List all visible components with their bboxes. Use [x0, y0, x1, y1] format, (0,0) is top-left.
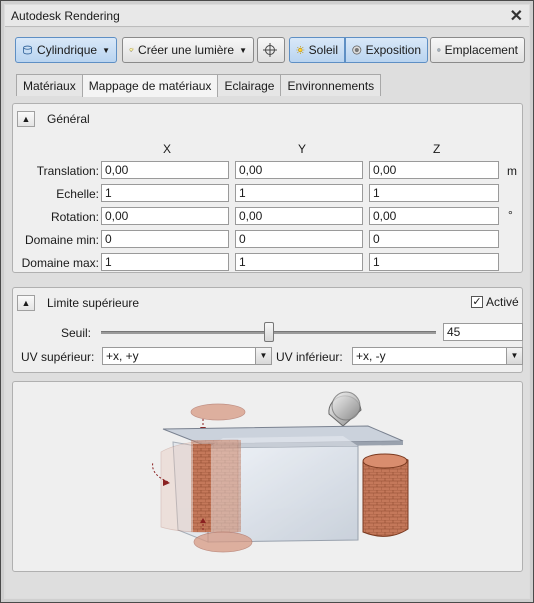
uv-upper-value: +x, +y	[106, 349, 139, 363]
uv-lower-select[interactable]: +x, -y ▼	[352, 347, 523, 365]
chevron-down-icon: ▼	[239, 45, 247, 55]
threshold-field[interactable]	[443, 323, 523, 341]
cylinder-icon	[23, 45, 32, 55]
general-panel: ▲ Général X Y Z Translation: m Echelle: …	[12, 103, 523, 273]
location-label: Emplacement	[444, 43, 518, 57]
domain-max-z-field[interactable]	[369, 253, 499, 271]
sun-toggle-button[interactable]: Soleil	[289, 37, 345, 63]
scale-y-field[interactable]	[235, 184, 363, 202]
axis-z-header: Z	[433, 142, 441, 156]
translation-unit: m	[507, 164, 517, 178]
mapping-type-button[interactable]: Cylindrique ▼	[15, 37, 117, 63]
crosshair-icon	[263, 43, 277, 57]
uv-lower-label: UV inférieur:	[276, 350, 343, 364]
window-content: Cylindrique ▼ Créer une lumière ▼ Soleil…	[6, 28, 529, 598]
dropdown-arrow-icon: ▼	[255, 348, 271, 364]
active-checkbox[interactable]: ✓	[471, 296, 483, 308]
mapping-preview	[12, 381, 523, 572]
brick-strip-left	[193, 444, 211, 532]
upper-limit-panel: ▲ Limite supérieure ✓ Activé Seuil: UV s…	[12, 287, 523, 373]
scale-label: Echelle:	[56, 187, 99, 201]
sun-icon	[296, 45, 305, 55]
close-icon[interactable]: ✕	[510, 6, 523, 26]
domain-min-label: Domaine min:	[24, 233, 99, 247]
globe-icon	[437, 48, 441, 52]
rotation-x-field[interactable]	[101, 207, 229, 225]
threshold-label: Seuil:	[60, 326, 91, 340]
general-panel-header: ▲ Général	[17, 110, 90, 128]
general-heading: Général	[47, 112, 90, 126]
top-projection-disc	[190, 403, 246, 421]
mapping-type-label: Cylindrique	[37, 43, 98, 57]
translation-label: Translation:	[36, 164, 99, 178]
bottom-projection-disc	[193, 531, 253, 553]
rotation-label: Rotation:	[50, 210, 99, 224]
tab-material-mapping[interactable]: Mappage de matériaux	[81, 74, 219, 97]
light-bulb-icon	[129, 47, 134, 52]
create-light-button[interactable]: Créer une lumière ▼	[122, 37, 254, 63]
scale-x-field[interactable]	[101, 184, 229, 202]
domain-max-x-field[interactable]	[101, 253, 229, 271]
domain-max-label: Domaine max:	[21, 256, 99, 270]
active-label: Activé	[486, 295, 519, 309]
check-icon: ✓	[472, 296, 482, 308]
translation-z-field[interactable]	[369, 161, 499, 179]
tab-bar: Matériaux Mappage de matériaux Eclairage…	[16, 74, 382, 97]
title-bar: Autodesk Rendering ✕	[5, 5, 529, 27]
collapse-icon[interactable]: ▲	[17, 111, 35, 127]
translation-x-field[interactable]	[101, 161, 229, 179]
window-title: Autodesk Rendering	[11, 9, 120, 23]
collapse-icon[interactable]: ▲	[17, 295, 35, 311]
uv-lower-value: +x, -y	[356, 349, 386, 363]
light-locate-button[interactable]	[257, 37, 285, 63]
domain-max-y-field[interactable]	[235, 253, 363, 271]
domain-min-z-field[interactable]	[369, 230, 499, 248]
sun-label: Soleil	[308, 43, 338, 57]
create-light-label: Créer une lumière	[138, 43, 235, 57]
rotation-y-field[interactable]	[235, 207, 363, 225]
threshold-slider-thumb[interactable]	[263, 322, 274, 342]
rendering-window: Autodesk Rendering ✕ Cylindrique ▼ Créer…	[0, 0, 534, 603]
domain-min-x-field[interactable]	[101, 230, 229, 248]
uv-upper-label: UV supérieur:	[21, 350, 95, 364]
axis-y-header: Y	[298, 142, 307, 156]
tab-materials[interactable]: Matériaux	[16, 74, 83, 96]
rotation-unit: °	[508, 208, 513, 222]
exposure-label: Exposition	[365, 43, 421, 57]
dropdown-arrow-icon: ▼	[506, 348, 522, 364]
rotation-z-field[interactable]	[369, 207, 499, 225]
scale-z-field[interactable]	[369, 184, 499, 202]
toolbar: Cylindrique ▼ Créer une lumière ▼ Soleil…	[6, 28, 529, 68]
uv-upper-select[interactable]: +x, +y ▼	[102, 347, 272, 365]
domain-min-y-field[interactable]	[235, 230, 363, 248]
exposure-icon	[352, 45, 362, 55]
exposure-button[interactable]: Exposition	[345, 37, 428, 63]
tab-lighting[interactable]: Eclairage	[217, 74, 282, 96]
upper-limit-panel-header: ▲ Limite supérieure	[17, 294, 139, 312]
tab-environments[interactable]: Environnements	[280, 74, 382, 96]
chevron-down-icon: ▼	[102, 45, 110, 55]
location-button[interactable]: Emplacement	[430, 37, 525, 63]
translation-y-field[interactable]	[235, 161, 363, 179]
axis-x-header: X	[163, 142, 172, 156]
mapping-preview-illustration	[152, 391, 409, 553]
upper-limit-heading: Limite supérieure	[47, 296, 140, 310]
